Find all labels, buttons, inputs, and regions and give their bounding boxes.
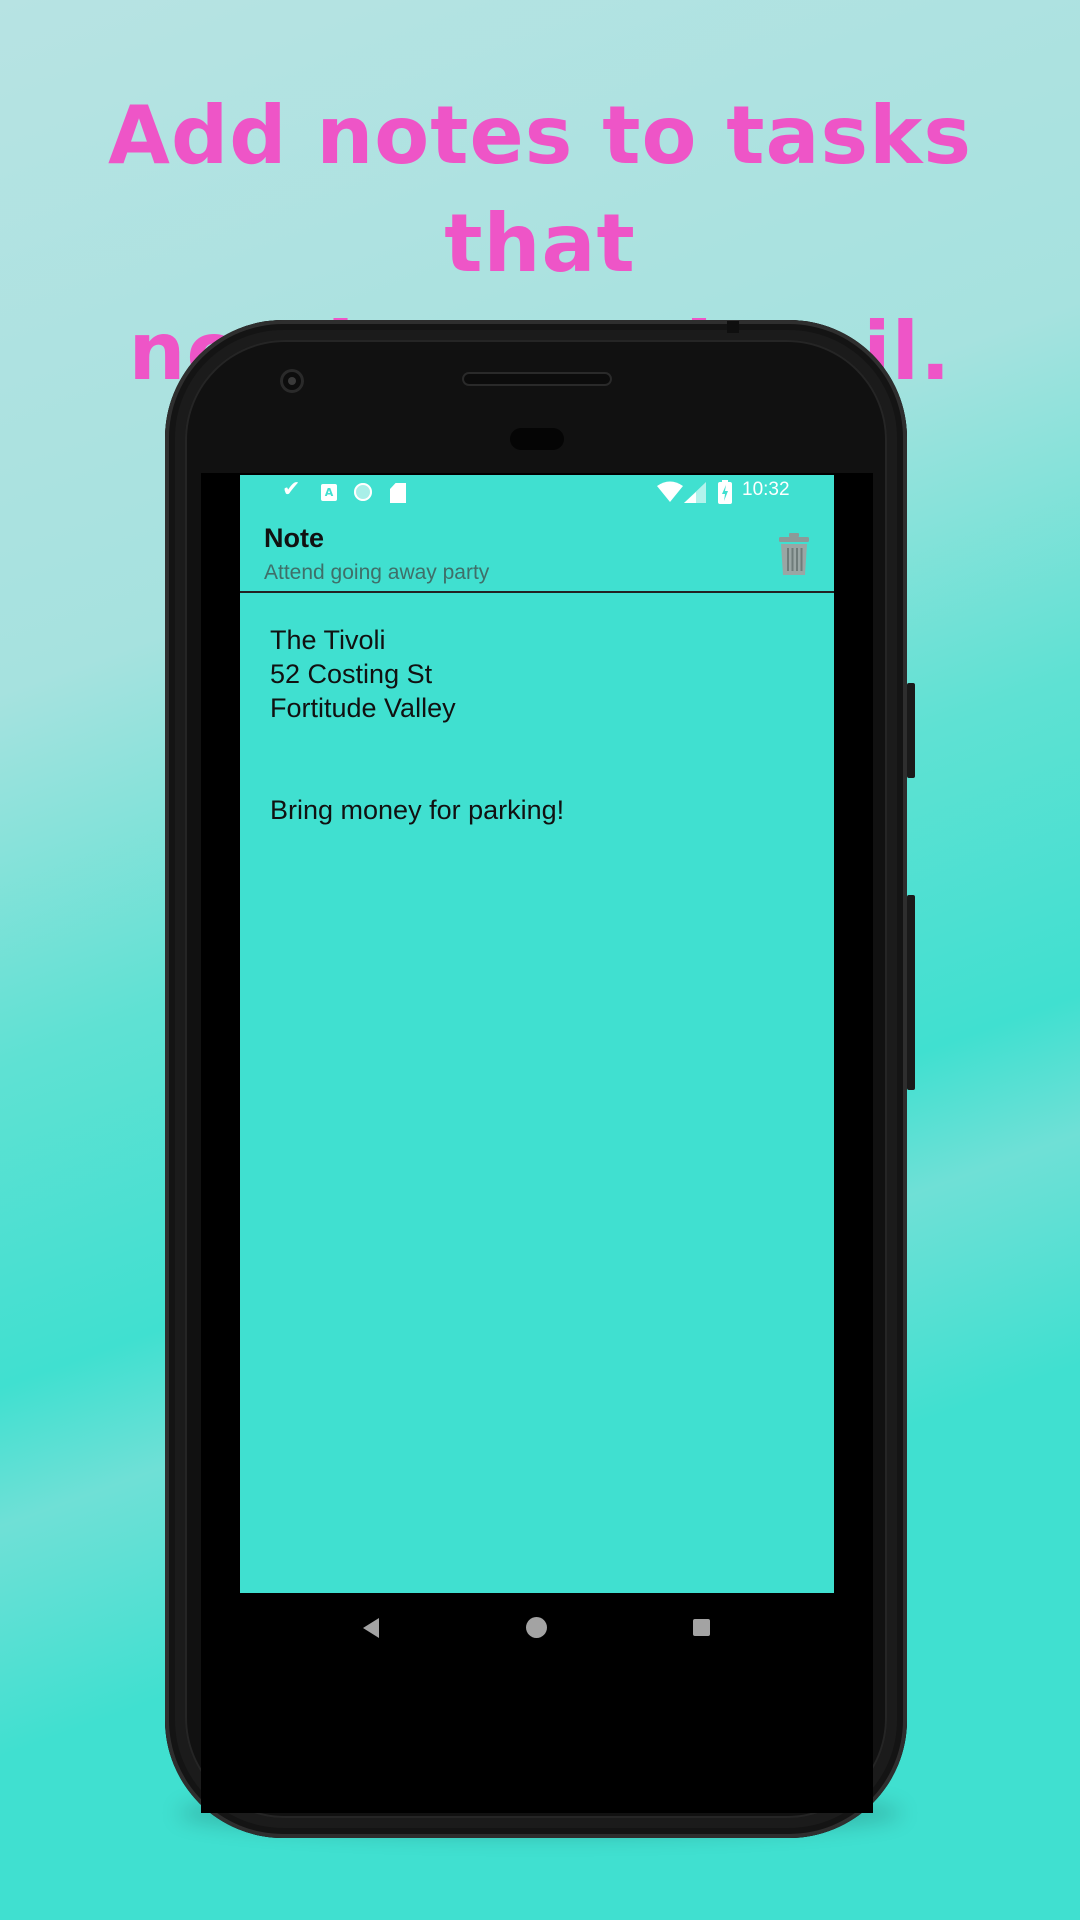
task-name-subtitle: Attend going away party bbox=[264, 561, 490, 584]
a-icon: A bbox=[321, 484, 337, 501]
volume-button bbox=[907, 895, 915, 1090]
navigation-bar bbox=[201, 1593, 873, 1663]
sd-card-icon bbox=[390, 483, 406, 503]
wifi-icon bbox=[657, 481, 683, 502]
recents-icon[interactable] bbox=[693, 1619, 710, 1636]
home-icon[interactable] bbox=[526, 1617, 547, 1638]
promo-headline-line1: Add notes to tasks that bbox=[108, 89, 972, 290]
note-line: Fortitude Valley bbox=[270, 693, 456, 723]
app-toolbar: Note Attend going away party bbox=[240, 511, 834, 593]
note-text-area[interactable]: The Tivoli 52 Costing St Fortitude Valle… bbox=[270, 623, 810, 827]
note-line: 52 Costing St bbox=[270, 659, 433, 689]
note-line: Bring money for parking! bbox=[270, 795, 565, 825]
note-line bbox=[270, 725, 810, 759]
proximity-sensor bbox=[510, 428, 564, 450]
check-icon: ✔ bbox=[282, 477, 301, 502]
note-line: The Tivoli bbox=[270, 625, 386, 655]
app-screen: ✔ A 10:32 Note Attend going away party T… bbox=[240, 475, 834, 1593]
power-button bbox=[907, 683, 915, 778]
note-line bbox=[270, 759, 810, 793]
trash-icon[interactable] bbox=[778, 533, 810, 575]
status-time: 10:32 bbox=[742, 479, 790, 500]
earpiece-speaker bbox=[462, 372, 612, 386]
signal-icon bbox=[684, 482, 706, 503]
back-icon[interactable] bbox=[363, 1618, 379, 1638]
front-camera bbox=[280, 369, 304, 393]
battery-charging-icon bbox=[718, 480, 732, 504]
page-title: Note bbox=[264, 523, 324, 553]
circle-icon bbox=[354, 483, 372, 501]
phone-top-notch bbox=[727, 321, 739, 333]
status-bar: ✔ A 10:32 bbox=[240, 475, 834, 511]
